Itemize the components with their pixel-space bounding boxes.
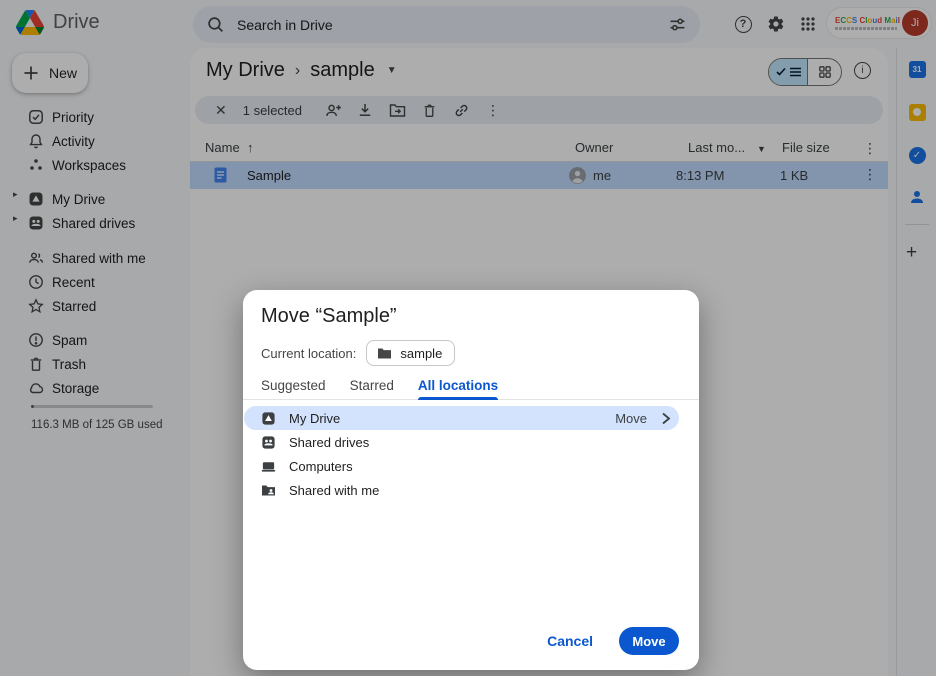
cancel-button[interactable]: Cancel — [547, 633, 593, 649]
google-drive-app: Drive Search in Drive ? ECCS Cloud Mail … — [0, 0, 936, 676]
row-move-hint[interactable]: Move — [615, 411, 647, 426]
move-dialog: Move “Sample” Current location: sample S… — [243, 290, 699, 670]
dialog-tabs: Suggested Starred All locations — [243, 372, 699, 400]
my-drive-icon — [261, 411, 276, 426]
tab-suggested[interactable]: Suggested — [261, 372, 326, 400]
computer-icon — [261, 459, 276, 474]
tab-starred[interactable]: Starred — [350, 372, 394, 400]
folder-icon — [377, 347, 392, 360]
chevron-right-icon[interactable] — [661, 412, 671, 425]
dialog-title: Move “Sample” — [261, 305, 397, 328]
shared-with-me-icon — [261, 484, 276, 497]
location-list: My Drive Move Shared drives Computers Sh… — [243, 406, 699, 502]
location-row-shared-with-me[interactable]: Shared with me — [243, 478, 699, 502]
move-button[interactable]: Move — [619, 627, 679, 655]
location-row-computers[interactable]: Computers — [243, 454, 699, 478]
current-location-label: Current location: — [261, 346, 356, 361]
shared-drives-icon — [261, 435, 276, 450]
location-row-shared-drives[interactable]: Shared drives — [243, 430, 699, 454]
current-location-chip[interactable]: sample — [366, 340, 455, 366]
tab-all-locations[interactable]: All locations — [418, 372, 498, 400]
location-row-my-drive[interactable]: My Drive Move — [244, 406, 679, 430]
current-location-name: sample — [400, 346, 442, 361]
dialog-footer: Cancel Move — [547, 627, 679, 655]
current-location-row: Current location: sample — [261, 340, 455, 366]
